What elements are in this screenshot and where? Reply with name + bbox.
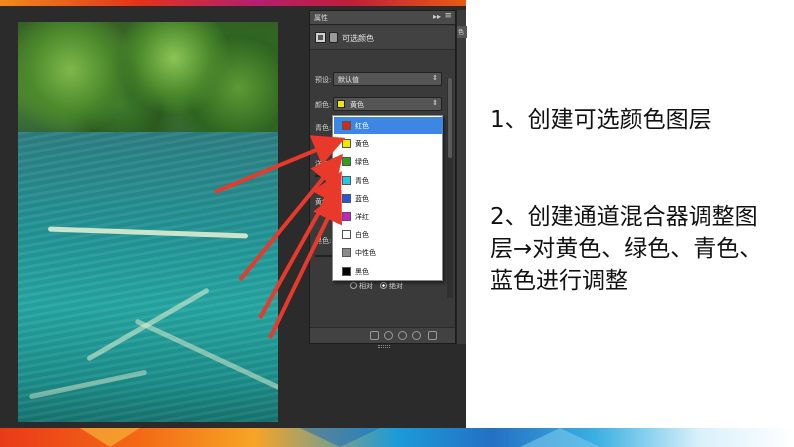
color-swatch bbox=[342, 266, 351, 276]
dropdown-item-label: 洋红 bbox=[355, 213, 369, 221]
dropdown-item[interactable]: 白色 bbox=[334, 226, 443, 243]
radio-circle-icon bbox=[350, 282, 357, 289]
color-swatch bbox=[342, 248, 351, 258]
dropdown-item[interactable]: 蓝色 bbox=[334, 190, 443, 207]
slider-black[interactable] bbox=[315, 255, 333, 257]
dropdown-item[interactable]: 洋红 bbox=[334, 208, 443, 225]
dropdown-item[interactable]: 中性色 bbox=[334, 244, 443, 261]
slider-label-black: 黑色: bbox=[315, 237, 332, 245]
slider-label-magenta: 洋红: bbox=[315, 160, 332, 168]
slider-label-cyan: 青色: bbox=[315, 124, 332, 132]
color-label: 颜色: bbox=[315, 101, 332, 109]
color-swatch bbox=[342, 121, 351, 130]
dropdown-item-label: 红色 bbox=[355, 122, 369, 130]
resize-grip[interactable] bbox=[378, 345, 390, 348]
trash-icon[interactable] bbox=[428, 331, 437, 340]
color-select-value: 黄色 bbox=[350, 101, 364, 109]
radio-absolute-label: 绝对 bbox=[389, 282, 403, 290]
color-swatch bbox=[337, 100, 345, 108]
radio-relative[interactable]: 相对 bbox=[350, 281, 373, 291]
forest-area bbox=[18, 22, 278, 142]
bottom-decor-strip bbox=[0, 428, 794, 447]
collapsed-panel-dock: 色 bbox=[456, 10, 467, 344]
panel-tab-bar: 属性 ▸▸ ≡ bbox=[310, 11, 455, 25]
adjustment-title: 可选颜色 bbox=[342, 34, 374, 43]
dropdown-item[interactable]: 绿色 bbox=[334, 153, 443, 170]
slide: 属性 ▸▸ ≡ 可选颜色 预设: 默认值 ⇕ 颜色: 黄色 ⇕ 青色: 洋红: … bbox=[0, 0, 794, 447]
dropdown-item-label: 白色 bbox=[355, 231, 369, 240]
landscape-photo bbox=[18, 22, 278, 422]
updown-arrow-icon: ⇕ bbox=[432, 74, 438, 82]
scrollbar-thumb[interactable] bbox=[448, 78, 452, 158]
decor-triangle bbox=[80, 428, 140, 447]
panel-footer bbox=[310, 327, 455, 343]
step-2-text: 2、创建通道混合器调整图层→对黄色、绿色、青色、蓝色进行调整 bbox=[490, 204, 763, 294]
decor-triangle bbox=[520, 428, 600, 447]
dropdown-item[interactable]: 黄色 bbox=[334, 135, 443, 152]
color-swatch bbox=[342, 175, 351, 185]
layer-mask-icon[interactable] bbox=[329, 32, 338, 43]
dropdown-item-label: 青色 bbox=[355, 176, 369, 185]
color-select[interactable]: 黄色 ⇕ bbox=[333, 97, 442, 111]
view-previous-icon[interactable] bbox=[384, 331, 393, 340]
updown-arrow-icon: ⇕ bbox=[432, 99, 438, 107]
color-swatch bbox=[342, 212, 351, 221]
dropdown-item[interactable]: 青色 bbox=[334, 172, 443, 189]
color-swatch bbox=[342, 193, 351, 203]
tab-properties[interactable]: 属性 bbox=[314, 13, 328, 23]
color-swatch bbox=[342, 157, 351, 167]
slider-label-yellow: 黄色: bbox=[315, 198, 332, 206]
color-swatch bbox=[342, 230, 351, 240]
decor-triangle bbox=[300, 428, 380, 447]
visibility-icon[interactable] bbox=[412, 331, 421, 340]
panel-menu-icon[interactable]: ≡ bbox=[444, 11, 452, 21]
slider-magenta[interactable] bbox=[315, 175, 333, 177]
radio-relative-label: 相对 bbox=[359, 282, 373, 290]
dropdown-item-label: 蓝色 bbox=[355, 194, 369, 203]
dropdown-item[interactable]: 红色 bbox=[334, 117, 443, 134]
color-dropdown-list: 红色黄色绿色青色蓝色洋红白色中性色黑色 bbox=[332, 115, 443, 281]
preset-label: 预设: bbox=[315, 76, 332, 84]
panel-scrollbar[interactable] bbox=[447, 78, 453, 298]
dropdown-item-label: 黄色 bbox=[355, 140, 369, 149]
dropdown-item[interactable]: 黑色 bbox=[334, 263, 443, 280]
dropdown-item-label: 中性色 bbox=[355, 249, 376, 258]
lake-water bbox=[18, 132, 278, 422]
adjustment-header: 可选颜色 bbox=[310, 26, 455, 50]
dropdown-item-label: 黑色 bbox=[355, 267, 369, 276]
slider-cyan[interactable] bbox=[315, 139, 333, 141]
preset-select[interactable]: 默认值 ⇕ bbox=[333, 72, 442, 86]
clip-to-layer-icon[interactable] bbox=[370, 331, 379, 340]
dropdown-item-label: 绿色 bbox=[355, 158, 369, 167]
dock-label: 色 bbox=[458, 29, 465, 36]
radio-circle-icon bbox=[380, 282, 387, 289]
collapse-panel-icon[interactable]: ▸▸ bbox=[433, 12, 441, 21]
color-swatch bbox=[342, 139, 351, 149]
slider-yellow[interactable] bbox=[315, 213, 333, 215]
preset-select-value: 默认值 bbox=[338, 76, 359, 84]
adjustment-layer-icon bbox=[315, 32, 326, 43]
reset-icon[interactable] bbox=[398, 331, 407, 340]
radio-absolute[interactable]: 绝对 bbox=[380, 281, 403, 291]
step-1-text: 1、创建可选颜色图层 bbox=[490, 107, 712, 133]
